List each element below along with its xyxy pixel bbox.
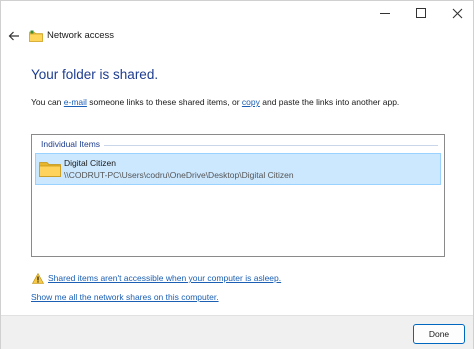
network-access-dialog: Network access Your folder is shared. Yo…	[0, 0, 474, 349]
network-folder-icon	[29, 30, 43, 42]
shared-items-list[interactable]: Individual Items Digital Citizen \\CODRU…	[31, 134, 445, 257]
maximize-button[interactable]	[403, 1, 439, 25]
desc-middle: someone links to these shared items, or	[86, 97, 242, 107]
done-button[interactable]: Done	[413, 324, 465, 344]
item-name: Digital Citizen	[64, 158, 116, 168]
close-button[interactable]	[439, 1, 474, 25]
copy-link[interactable]: copy	[242, 97, 260, 107]
dialog-footer: Done	[1, 315, 473, 349]
minimize-button[interactable]	[367, 1, 403, 25]
list-item[interactable]: Digital Citizen \\CODRUT-PC\Users\codru\…	[35, 153, 441, 185]
sleep-warning-link[interactable]: Shared items aren't accessible when your…	[48, 273, 281, 283]
item-path: \\CODRUT-PC\Users\codru\OneDrive\Desktop…	[64, 170, 294, 180]
show-network-shares-link[interactable]: Show me all the network shares on this c…	[31, 292, 219, 302]
window-title: Network access	[47, 30, 115, 41]
close-icon	[452, 8, 462, 18]
group-divider	[104, 145, 438, 146]
folder-icon	[39, 162, 61, 177]
back-arrow-icon[interactable]	[7, 29, 21, 43]
desc-suffix: and paste the links into another app.	[259, 97, 400, 107]
minimize-icon	[380, 12, 390, 14]
page-headline: Your folder is shared.	[31, 67, 159, 82]
email-link[interactable]: e-mail	[64, 97, 87, 107]
desc-prefix: You can	[31, 97, 64, 107]
warning-icon	[32, 273, 44, 284]
maximize-icon	[416, 8, 426, 18]
group-header: Individual Items	[41, 139, 101, 149]
share-description: You can e-mail someone links to these sh…	[31, 97, 399, 107]
